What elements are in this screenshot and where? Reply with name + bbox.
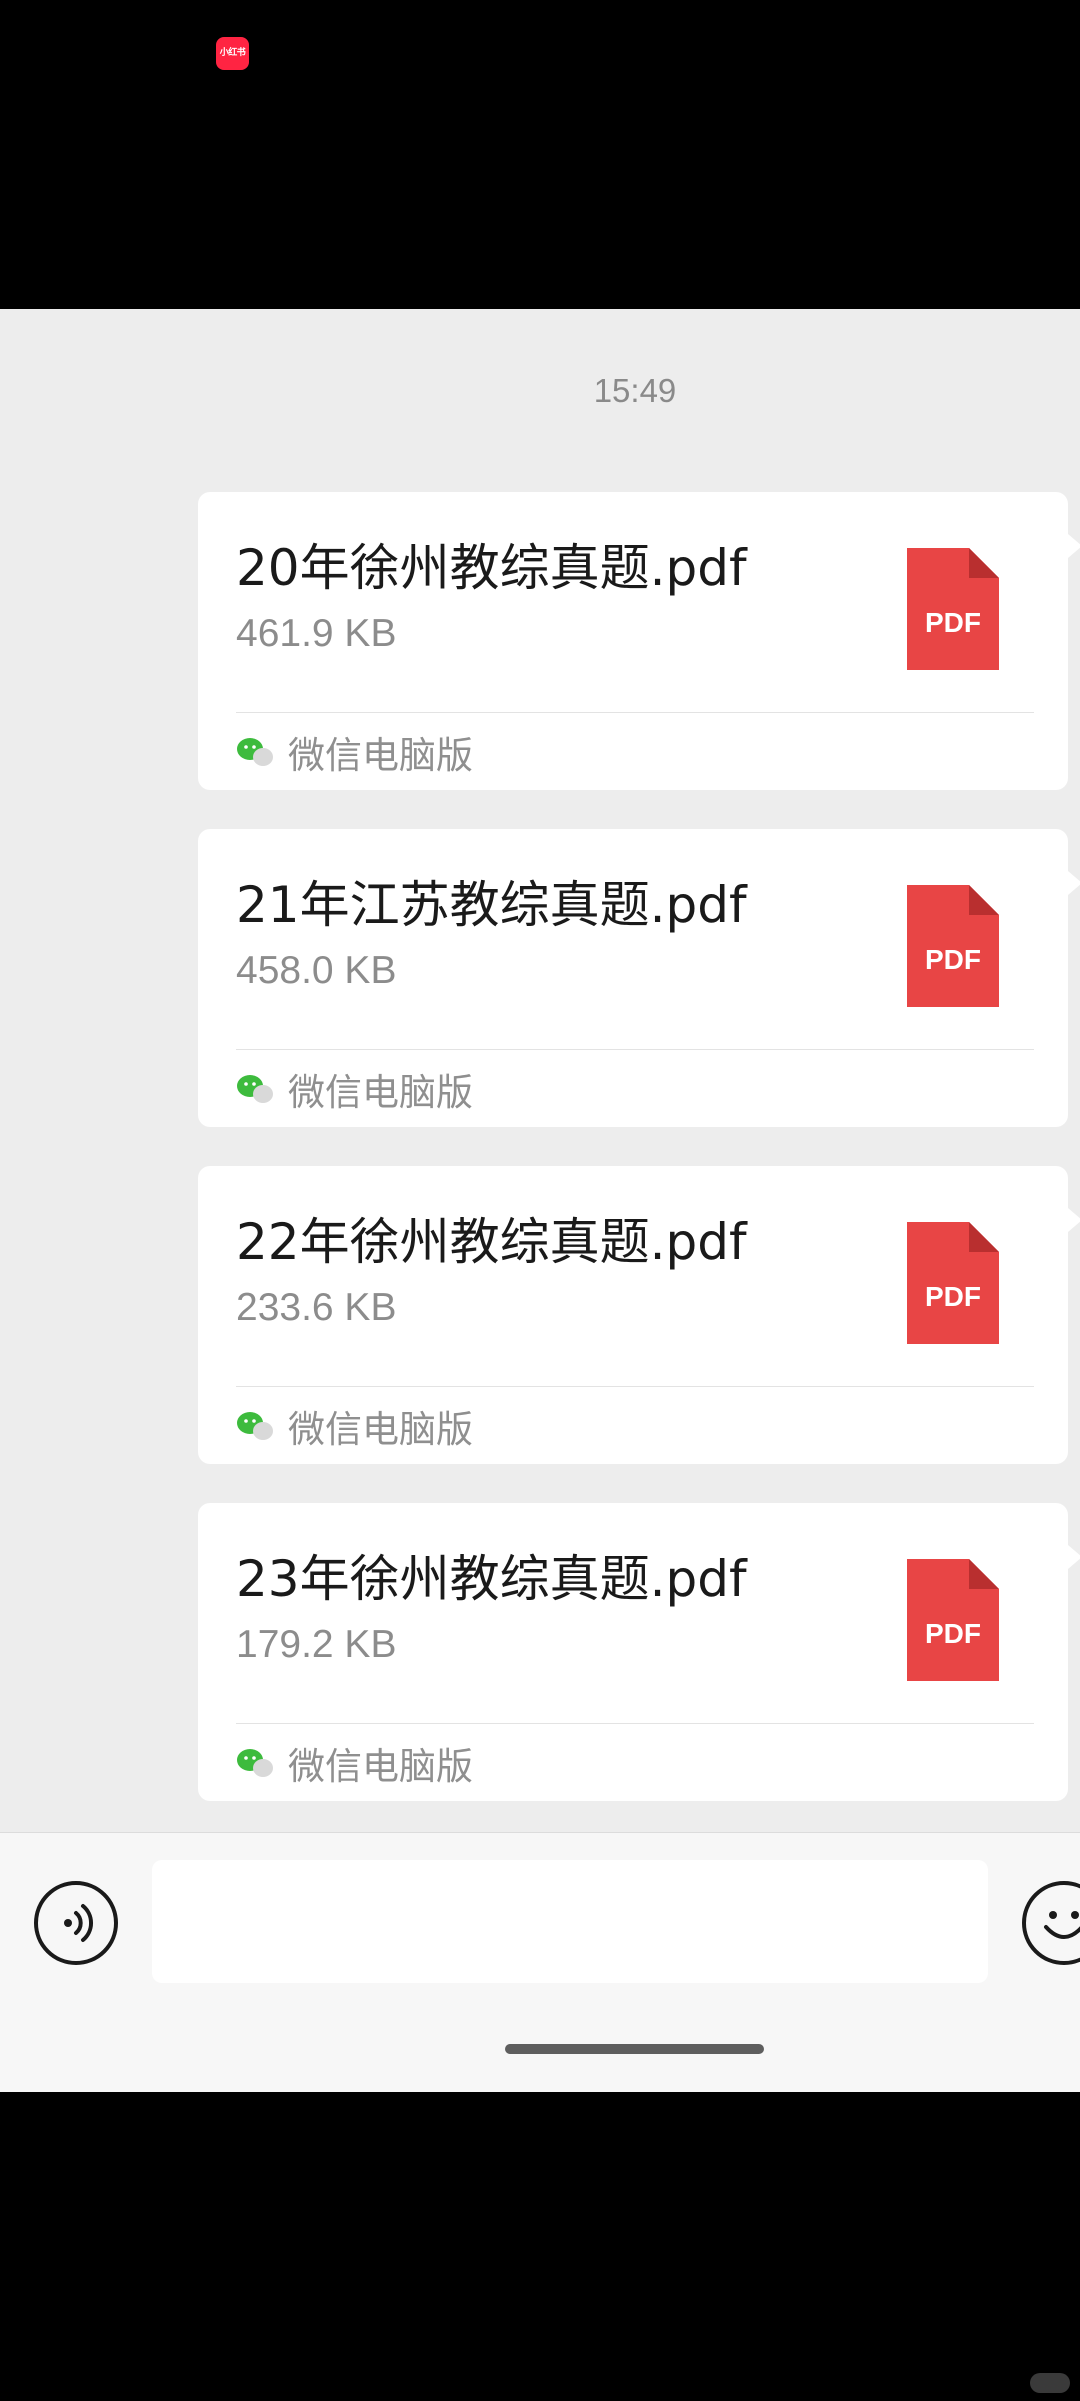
source-label: 微信电脑版 — [288, 1408, 473, 1451]
file-size: 458.0 KB — [236, 949, 397, 992]
card-divider — [236, 1049, 1034, 1050]
pdf-file-icon: PDF — [907, 548, 999, 670]
chat-input-bar — [0, 1832, 1080, 2092]
home-indicator[interactable] — [505, 2044, 764, 2054]
pdf-file-icon: PDF — [907, 885, 999, 1007]
file-message-card[interactable]: 20年徐州教综真题.pdf 461.9 KB PDF 微信电脑版 — [198, 492, 1080, 790]
wechat-icon — [237, 1749, 273, 1777]
source-row: 微信电脑版 — [236, 1737, 473, 1789]
pdf-file-icon: PDF — [907, 1559, 999, 1681]
pdf-file-icon: PDF — [907, 1222, 999, 1344]
file-message-card[interactable]: 23年徐州教综真题.pdf 179.2 KB PDF 微信电脑版 — [198, 1503, 1080, 1801]
wechat-icon — [237, 738, 273, 766]
card-divider — [236, 1386, 1034, 1387]
message-timestamp: 15:49 — [593, 372, 677, 409]
emoji-icon — [1044, 1911, 1080, 1939]
watermark-badge — [1030, 2373, 1070, 2393]
wechat-icon — [237, 1412, 273, 1440]
xiaohongshu-logo-icon: 小红书 — [216, 37, 249, 70]
source-row: 微信电脑版 — [236, 1400, 473, 1452]
pdf-label: PDF — [925, 1618, 981, 1649]
file-name: 20年徐州教综真题.pdf — [236, 539, 747, 597]
file-name: 23年徐州教综真题.pdf — [236, 1550, 747, 1608]
file-name: 21年江苏教综真题.pdf — [236, 876, 747, 934]
source-row: 微信电脑版 — [236, 1063, 473, 1115]
source-row: 微信电脑版 — [236, 726, 473, 778]
file-size: 233.6 KB — [236, 1286, 397, 1329]
source-label: 微信电脑版 — [288, 1071, 473, 1114]
source-label: 微信电脑版 — [288, 734, 473, 777]
chat-message-list[interactable]: 15:49 20年徐州教综真题.pdf 461.9 KB PDF 微信电脑版 2… — [0, 309, 1080, 1832]
file-size: 461.9 KB — [236, 612, 397, 655]
card-divider — [236, 712, 1034, 713]
pdf-label: PDF — [925, 607, 981, 638]
message-input[interactable] — [152, 1860, 988, 1983]
file-message-card[interactable]: 21年江苏教综真题.pdf 458.0 KB PDF 微信电脑版 — [198, 829, 1080, 1127]
voice-button[interactable] — [34, 1881, 118, 1965]
emoji-button[interactable] — [1022, 1881, 1080, 1965]
pdf-label: PDF — [925, 944, 981, 975]
file-size: 179.2 KB — [236, 1623, 397, 1666]
file-message-card[interactable]: 22年徐州教综真题.pdf 233.6 KB PDF 微信电脑版 — [198, 1166, 1080, 1464]
wechat-icon — [237, 1075, 273, 1103]
screenshot-frame: 小红书 15:49 20年徐州教综真题.pdf 461.9 KB PDF 微信电… — [0, 0, 1080, 2401]
pdf-label: PDF — [925, 1281, 981, 1312]
file-name: 22年徐州教综真题.pdf — [236, 1213, 747, 1271]
source-label: 微信电脑版 — [288, 1745, 473, 1788]
voice-icon — [64, 1904, 94, 1942]
card-divider — [236, 1723, 1034, 1724]
